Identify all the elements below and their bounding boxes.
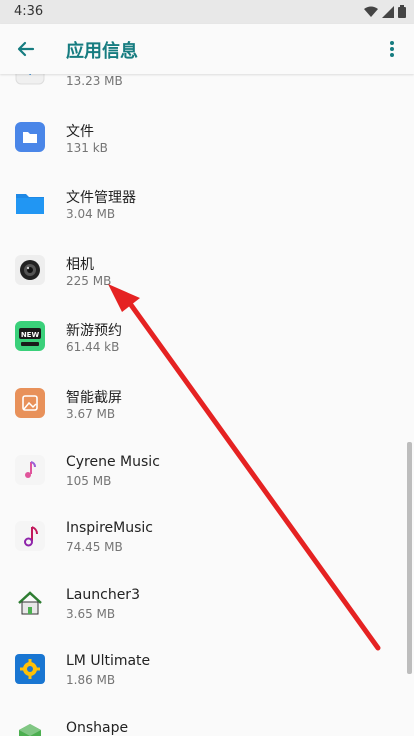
app-size: 225 MB [66,273,112,288]
app-name: Onshape [66,719,129,736]
wifi-icon [364,6,378,17]
page-title: 应用信息 [66,41,138,62]
app-name: 相机 [66,256,94,273]
back-arrow-icon [17,41,35,57]
list-item[interactable]: LM Ultimate 1.86 MB [0,636,414,703]
app-name: 智能截屏 [66,389,122,406]
app-name: 新游预约 [66,323,122,340]
folder-icon [15,121,45,152]
music-note-icon [15,454,45,485]
app-size: 3.67 MB [66,406,116,421]
app-size: 13.23 MB [66,74,123,88]
svg-text:NEW: NEW [21,331,40,339]
list-item[interactable]: 相机 225 MB [0,237,414,304]
app-size: 74.45 MB [66,540,123,555]
list-item[interactable]: Onshape [0,703,414,736]
status-bar: 4:36 [0,0,414,24]
more-options-button[interactable] [376,33,408,65]
app-size: 3.04 MB [66,207,116,222]
list-item[interactable]: InspireMusic 74.45 MB [0,503,414,570]
list-item[interactable]: ✲ 13.23 MB [0,74,414,104]
cube-icon [19,723,41,736]
app-size: 3.65 MB [66,606,116,621]
list-item[interactable]: 文件 131 kB [0,104,414,171]
app-size: 61.44 kB [66,340,120,355]
scrollbar[interactable] [407,442,412,674]
signal-icon [382,5,394,18]
list-item[interactable]: 智能截屏 3.67 MB [0,370,414,437]
gear-like-icon: ✲ [15,74,45,85]
list-item[interactable]: NEW 新游预约 61.44 kB [0,303,414,370]
app-name: 文件 [66,123,94,140]
app-list[interactable]: ✲ 13.23 MB 文件 131 kB 文件管理器 3.04 MB [0,74,414,736]
more-vert-icon [390,41,394,57]
status-time: 4:36 [14,4,44,19]
list-item[interactable]: Launcher3 3.65 MB [0,570,414,637]
battery-icon [398,5,406,18]
svg-text:✲: ✲ [25,74,35,78]
app-size: 131 kB [66,140,108,155]
folder-icon [16,194,44,215]
app-name: Cyrene Music [66,453,160,470]
camera-icon [15,254,45,285]
list-item[interactable]: Cyrene Music 105 MB [0,437,414,504]
app-size: 1.86 MB [66,673,116,688]
music-note-icon [15,521,45,552]
gear-icon [15,654,45,685]
app-name: InspireMusic [66,520,153,537]
home-icon [18,591,42,615]
app-name: Launcher3 [66,586,140,603]
image-icon [15,387,45,418]
app-bar: 应用信息 [0,24,414,74]
app-name: LM Ultimate [66,653,151,670]
app-size: 105 MB [66,473,112,488]
app-name: 文件管理器 [66,190,136,207]
back-button[interactable] [10,33,42,65]
new-badge-icon: NEW [15,321,45,352]
list-item[interactable]: 文件管理器 3.04 MB [0,170,414,237]
status-icons [364,5,406,18]
